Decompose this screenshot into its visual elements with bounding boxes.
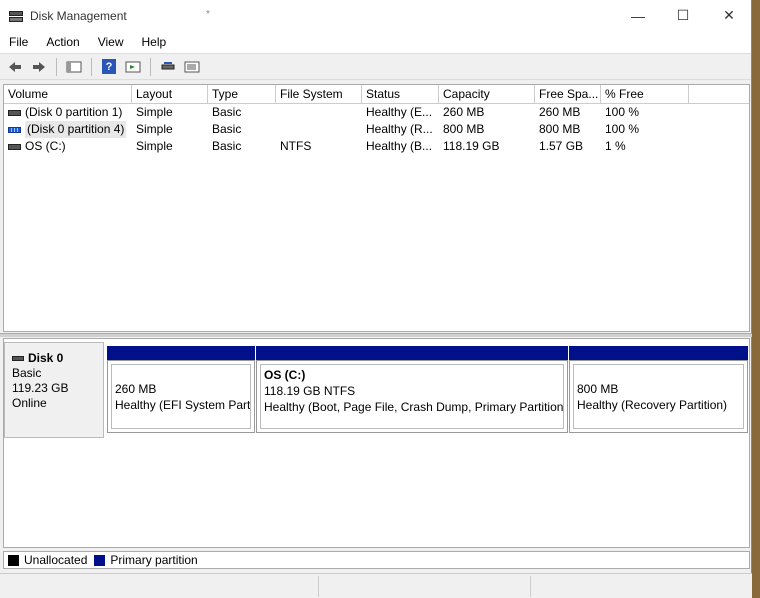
column-status[interactable]: Status <box>362 85 439 103</box>
unallocated-swatch <box>8 554 19 566</box>
back-arrow-icon[interactable] <box>4 57 26 77</box>
capacity-cell: 800 MB <box>443 122 485 136</box>
pct-cell: 100 % <box>605 105 640 119</box>
table-row[interactable]: (Disk 0 partition 4) Simple Basic Health… <box>4 121 749 138</box>
partition-bar <box>569 346 748 360</box>
status-divider <box>530 576 531 597</box>
disk-management-window: Disk Management * — ☐ ✕ File Action View… <box>0 0 752 598</box>
layout-cell: Simple <box>136 122 173 136</box>
fs-cell: NTFS <box>280 139 312 153</box>
volume-list: Volume Layout Type File System Status Ca… <box>3 84 750 332</box>
maximize-button[interactable]: ☐ <box>660 0 706 31</box>
legend: Unallocated Primary partition <box>3 551 750 569</box>
capacity-cell: 260 MB <box>443 105 485 119</box>
column-file-system[interactable]: File System <box>276 85 362 103</box>
menu-view[interactable]: View <box>89 35 133 49</box>
status-divider <box>318 576 319 597</box>
pct-cell: 100 % <box>605 122 640 136</box>
window-title: Disk Management <box>30 8 127 23</box>
column-percent-free[interactable]: % Free <box>601 85 689 103</box>
column-volume[interactable]: Volume <box>4 85 132 103</box>
disk-state: Online <box>12 396 47 410</box>
console-tree-icon[interactable] <box>63 57 85 77</box>
partition-efi[interactable]: 260 MB Healthy (EFI System Partit <box>107 346 255 433</box>
toolbar-separator <box>91 57 92 76</box>
legend-primary: Primary partition <box>110 553 198 567</box>
column-type[interactable]: Type <box>208 85 276 103</box>
volume-icon <box>8 109 21 116</box>
forward-arrow-icon[interactable] <box>28 57 50 77</box>
partition-size: 800 MB <box>577 382 619 396</box>
partition-size: 260 MB <box>115 382 157 396</box>
partition-bar <box>107 346 255 360</box>
menu-action[interactable]: Action <box>37 35 88 49</box>
table-row[interactable]: OS (C:) Simple Basic NTFS Healthy (B... … <box>4 138 749 155</box>
menu-file[interactable]: File <box>0 35 37 49</box>
type-cell: Basic <box>212 122 242 136</box>
pane-splitter[interactable] <box>0 333 752 337</box>
volume-icon <box>8 143 21 150</box>
list-view-icon[interactable] <box>181 57 203 77</box>
partition-status: Healthy (Recovery Partition) <box>577 398 728 412</box>
volume-cell: OS (C:) <box>4 138 132 155</box>
close-button[interactable]: ✕ <box>706 0 752 31</box>
status-cell: Healthy (R... <box>366 122 433 136</box>
status-bar <box>0 573 752 598</box>
menu-help[interactable]: Help <box>133 35 176 49</box>
pct-cell: 1 % <box>605 139 626 153</box>
type-cell: Basic <box>212 105 242 119</box>
disk-size: 119.23 GB <box>12 381 69 395</box>
menu-bar: File Action View Help <box>0 31 751 53</box>
free-cell: 800 MB <box>539 122 581 136</box>
volume-cell: (Disk 0 partition 4) <box>4 121 132 138</box>
toolbar: ? <box>0 53 751 80</box>
toolbar-separator <box>56 57 57 76</box>
fs-cell <box>276 121 362 138</box>
title-bar[interactable]: Disk Management * — ☐ ✕ <box>0 0 751 31</box>
partition-bar <box>256 346 568 360</box>
partition-os[interactable]: OS (C:) 118.19 GB NTFS Healthy (Boot, Pa… <box>256 346 568 433</box>
disk-kind: Basic <box>12 366 42 380</box>
column-layout[interactable]: Layout <box>132 85 208 103</box>
column-free-space[interactable]: Free Spa... <box>535 85 601 103</box>
column-capacity[interactable]: Capacity <box>439 85 535 103</box>
title-dot: * <box>206 9 210 20</box>
partition-status: Healthy (Boot, Page File, Crash Dump, Pr… <box>264 400 564 414</box>
disk-graphical-view: Disk 0 Basic 119.23 GB Online 260 MB Hea… <box>3 338 750 548</box>
type-cell: Basic <box>212 139 242 153</box>
connect-disk-icon[interactable] <box>157 57 179 77</box>
legend-unallocated: Unallocated <box>24 553 88 567</box>
fs-cell <box>276 104 362 121</box>
volume-list-header: Volume Layout Type File System Status Ca… <box>4 85 749 104</box>
status-cell: Healthy (B... <box>366 139 433 153</box>
capacity-cell: 118.19 GB <box>443 139 500 153</box>
primary-swatch <box>94 554 106 566</box>
partition-name: OS (C:) <box>264 368 306 382</box>
disk-management-icon <box>8 8 24 24</box>
disk-0-label[interactable]: Disk 0 Basic 119.23 GB Online <box>4 342 104 438</box>
partition-status: Healthy (EFI System Partit <box>115 398 251 412</box>
volume-icon <box>8 126 21 133</box>
free-cell: 260 MB <box>539 105 581 119</box>
table-row[interactable]: (Disk 0 partition 1) Simple Basic Health… <box>4 104 749 121</box>
disk-icon <box>12 356 24 361</box>
layout-cell: Simple <box>136 139 173 153</box>
volume-cell: (Disk 0 partition 1) <box>4 104 132 121</box>
partition-size: 118.19 GB NTFS <box>264 384 356 398</box>
disk-name: Disk 0 <box>28 351 64 365</box>
partition-recovery[interactable]: 800 MB Healthy (Recovery Partition) <box>569 346 748 433</box>
help-icon[interactable]: ? <box>102 59 116 74</box>
properties-icon[interactable] <box>122 57 144 77</box>
status-cell: Healthy (E... <box>366 105 433 119</box>
free-cell: 1.57 GB <box>539 139 584 153</box>
toolbar-separator <box>150 57 151 76</box>
layout-cell: Simple <box>136 105 173 119</box>
minimize-button[interactable]: — <box>615 0 661 31</box>
